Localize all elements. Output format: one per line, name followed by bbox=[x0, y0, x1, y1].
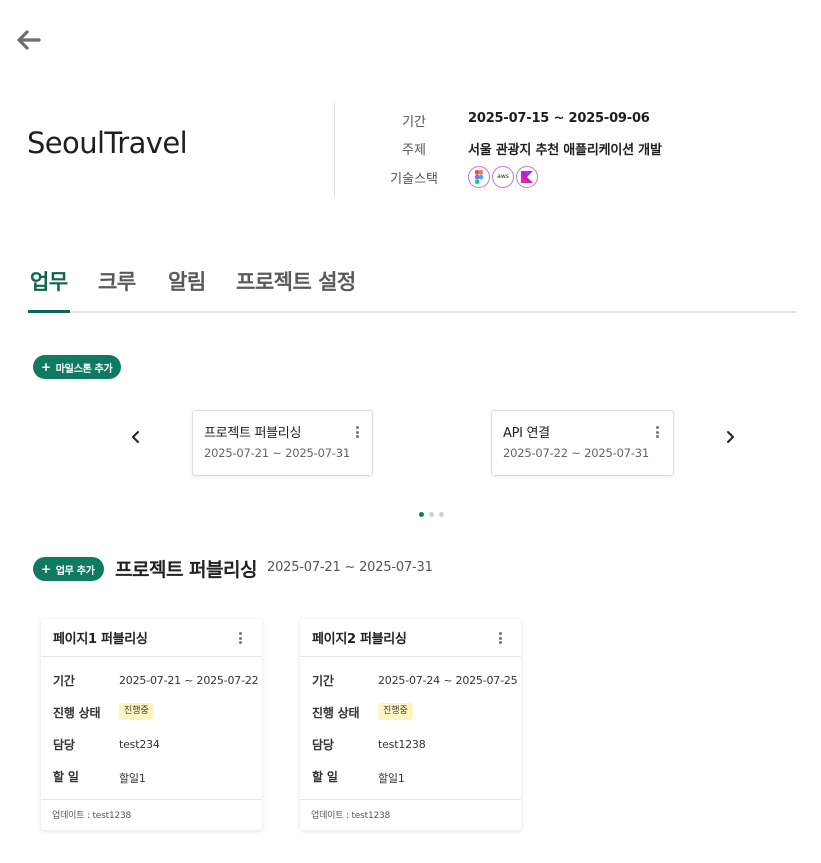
tech-stack-label: 기술스택 bbox=[390, 172, 438, 187]
task-assignee: test234 bbox=[119, 738, 160, 751]
tab-tasks[interactable]: 업무 bbox=[30, 266, 68, 296]
topic-value: 서울 관광지 추천 애플리케이션 개발 bbox=[468, 143, 662, 158]
add-milestone-button[interactable]: + 마일스톤 추가 bbox=[33, 355, 122, 379]
task-assignee: test1238 bbox=[378, 738, 426, 751]
tab-notifications[interactable]: 알림 bbox=[168, 266, 206, 296]
status-badge: 진행중 bbox=[119, 703, 154, 720]
todo-label: 할 일 bbox=[53, 770, 79, 784]
pagination-dot[interactable] bbox=[429, 512, 434, 517]
task-todo: 할일1 bbox=[378, 772, 405, 785]
task-card-footer: 업데이트 : test1238 bbox=[41, 799, 262, 830]
tab-crew[interactable]: 크루 bbox=[98, 266, 136, 296]
milestone-date: 2025-07-22 ~ 2025-07-31 bbox=[503, 446, 650, 460]
task-card-footer: 업데이트 : test1238 bbox=[300, 799, 521, 830]
period-value: 2025-07-15 ~ 2025-09-06 bbox=[468, 111, 650, 126]
task-title: 페이지1 퍼블리싱 bbox=[53, 632, 148, 647]
tech-stack-list: aws bbox=[468, 166, 538, 188]
updated-by: 업데이트 : test1238 bbox=[52, 811, 132, 821]
pagination-dot[interactable] bbox=[419, 512, 424, 517]
milestone-card[interactable]: API 연결 2025-07-22 ~ 2025-07-31 bbox=[491, 410, 674, 476]
chevron-left-icon bbox=[132, 431, 139, 443]
status-label: 진행 상태 bbox=[312, 706, 360, 720]
tab-bar: 업무 크루 알림 프로젝트 설정 bbox=[28, 266, 796, 313]
chevron-right-icon bbox=[727, 431, 734, 443]
milestone-title: 프로젝트 퍼블리싱 bbox=[204, 426, 302, 441]
todo-label: 할 일 bbox=[312, 770, 338, 784]
kotlin-icon bbox=[516, 166, 538, 188]
figma-icon bbox=[468, 166, 490, 188]
task-period: 2025-07-21 ~ 2025-07-22 bbox=[119, 674, 259, 687]
updated-by: 업데이트 : test1238 bbox=[311, 811, 391, 821]
arrow-left-icon bbox=[17, 30, 41, 50]
selected-milestone-title: 프로젝트 퍼블리싱 bbox=[115, 559, 257, 581]
period-label: 기간 bbox=[402, 115, 426, 130]
milestone-date: 2025-07-21 ~ 2025-07-31 bbox=[204, 446, 351, 460]
add-task-label: 업무 추가 bbox=[55, 565, 95, 577]
milestone-card[interactable]: 프로젝트 퍼블리싱 2025-07-21 ~ 2025-07-31 bbox=[192, 410, 373, 476]
milestone-title: API 연결 bbox=[503, 426, 550, 441]
task-card-header: 페이지1 퍼블리싱 bbox=[41, 619, 262, 657]
task-card[interactable]: 페이지1 퍼블리싱 기간 2025-07-21 ~ 2025-07-22 진행 … bbox=[41, 619, 262, 830]
header-divider bbox=[334, 103, 335, 196]
assignee-label: 담당 bbox=[53, 738, 75, 752]
task-title: 페이지2 퍼블리싱 bbox=[312, 632, 407, 647]
more-options-icon[interactable] bbox=[235, 630, 245, 646]
more-options-icon[interactable] bbox=[652, 424, 662, 440]
active-tab-indicator bbox=[28, 310, 70, 313]
more-options-icon[interactable] bbox=[352, 424, 362, 440]
status-label: 진행 상태 bbox=[53, 706, 101, 720]
selected-milestone-date: 2025-07-21 ~ 2025-07-31 bbox=[267, 560, 433, 575]
add-task-button[interactable]: + 업무 추가 bbox=[33, 557, 104, 581]
topic-label: 주제 bbox=[402, 143, 426, 158]
period-label: 기간 bbox=[53, 674, 75, 688]
plus-icon: + bbox=[41, 562, 51, 576]
aws-icon: aws bbox=[492, 166, 514, 188]
period-label: 기간 bbox=[312, 674, 334, 688]
status-badge: 진행중 bbox=[378, 703, 413, 720]
tab-project-settings[interactable]: 프로젝트 설정 bbox=[236, 266, 356, 296]
carousel-prev-button[interactable] bbox=[127, 428, 145, 446]
add-milestone-label: 마일스톤 추가 bbox=[55, 363, 113, 375]
project-title: SeoulTravel bbox=[27, 126, 188, 160]
back-button[interactable] bbox=[14, 27, 42, 53]
task-todo: 할일1 bbox=[119, 772, 146, 785]
task-card-header: 페이지2 퍼블리싱 bbox=[300, 619, 521, 657]
task-card[interactable]: 페이지2 퍼블리싱 기간 2025-07-24 ~ 2025-07-25 진행 … bbox=[300, 619, 521, 830]
carousel-pagination bbox=[419, 512, 444, 517]
task-period: 2025-07-24 ~ 2025-07-25 bbox=[378, 674, 518, 687]
more-options-icon[interactable] bbox=[495, 630, 505, 646]
assignee-label: 담당 bbox=[312, 738, 334, 752]
carousel-next-button[interactable] bbox=[721, 428, 739, 446]
pagination-dot[interactable] bbox=[439, 512, 444, 517]
plus-icon: + bbox=[41, 360, 51, 374]
